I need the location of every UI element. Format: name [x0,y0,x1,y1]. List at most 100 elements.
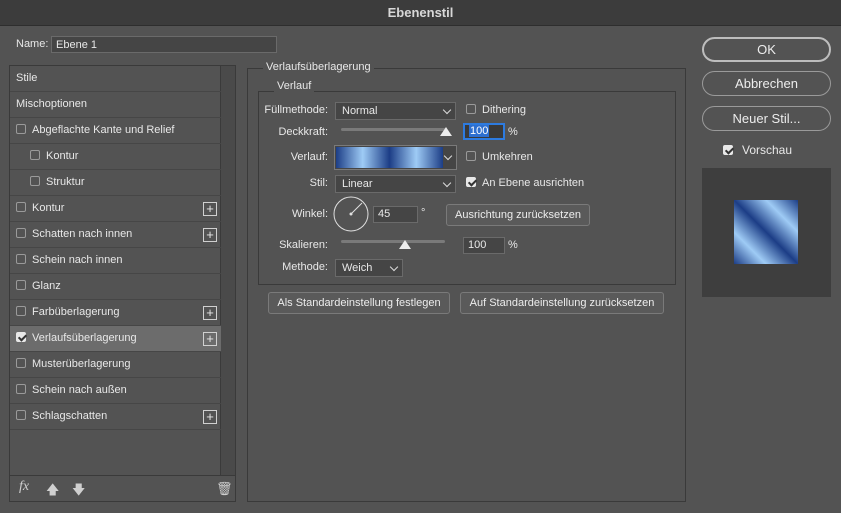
opacity-label: Deckkraft: [278,126,328,138]
scale-slider-thumb[interactable] [399,240,411,249]
reset-alignment-button[interactable]: Ausrichtung zurücksetzen [446,204,590,226]
opacity-input[interactable]: 100 [463,123,505,140]
opacity-slider-track[interactable] [341,128,447,131]
style-list-item-label: Schlagschatten [32,410,108,422]
style-list-item-label: Schein nach außen [32,384,127,396]
style-list-item-label: Struktur [46,176,85,188]
new-style-button[interactable]: Neuer Stil... [702,106,831,131]
style-list-item[interactable]: Abgeflachte Kante und Relief [10,118,221,144]
style-list-item-label: Schein nach innen [32,254,123,266]
name-label: Name: [16,38,49,50]
method-select[interactable]: Weich [335,259,403,277]
style-list-item[interactable]: Musterüberlagerung [10,352,221,378]
angle-label: Winkel: [291,208,328,220]
style-list: Stile Mischoptionen Abgeflachte Kante und … [9,65,236,502]
style-list-item[interactable]: Schein nach innen [10,248,221,274]
style-list-item[interactable]: Farbüberlagerung + [10,300,221,326]
name-input[interactable] [51,36,277,53]
method-value: Weich [342,262,373,274]
scale-label: Skalieren: [279,239,328,251]
style-list-item-label: Abgeflachte Kante und Relief [32,124,175,136]
style-list-item[interactable]: Glanz [10,274,221,300]
style-list-item-label: Mischoptionen [16,98,87,110]
style-list-item-label: Musterüberlagerung [32,358,131,370]
gradient-preview[interactable] [336,147,443,168]
checkbox-icon[interactable] [16,384,26,394]
add-icon[interactable]: + [203,306,217,320]
style-select[interactable]: Linear [335,175,456,193]
checkbox-icon[interactable] [16,280,26,290]
checkbox-icon[interactable] [16,228,26,238]
blend-mode-value: Normal [342,105,378,117]
arrow-down-icon[interactable]: 🡇 [72,481,85,503]
chevron-down-icon [442,178,452,188]
angle-unit: ° [421,207,426,219]
angle-value: 45 [378,208,391,220]
preview-thumbnail [702,168,831,297]
checkbox-icon[interactable] [16,306,26,316]
add-icon[interactable]: + [203,410,217,424]
checkbox-icon[interactable] [16,254,26,264]
blend-mode-label: Füllmethode: [264,104,328,116]
checkbox-icon[interactable] [16,358,26,368]
gradient-label: Verlauf: [290,151,328,163]
ok-button[interactable]: OK [702,37,831,62]
gradient-picker[interactable] [334,145,457,170]
chevron-down-icon[interactable] [443,151,453,161]
trash-icon[interactable]: 🗑 [216,481,233,497]
scale-slider-track[interactable] [341,240,445,243]
reset-default-button[interactable]: Auf Standardeinstellung zurücksetzen [460,292,664,314]
preview-checkbox[interactable]: Vorschau [723,143,792,157]
angle-dial[interactable] [333,196,369,232]
fx-icon[interactable]: fx [19,479,29,495]
style-label: Stil: [309,177,328,189]
arrow-up-icon[interactable]: 🡅 [46,481,59,503]
style-list-item-label: Stile [16,72,38,84]
style-list-item-label: Verlaufsüberlagerung [32,332,137,344]
style-list-item[interactable]: Mischoptionen [10,92,221,118]
style-list-footer: fx 🡅 🡇 🗑 [10,475,235,501]
opacity-value: 100 [469,125,490,137]
dithering-checkbox[interactable]: Dithering [466,104,526,116]
preview-swatch [734,200,798,264]
style-list-item[interactable]: Stile [10,66,221,92]
checkbox-icon[interactable] [16,410,26,420]
style-list-item-label: Kontur [32,202,65,214]
style-list-item[interactable]: Schein nach außen [10,378,221,404]
opacity-slider-thumb[interactable] [440,127,452,136]
checkbox-icon[interactable] [16,124,26,134]
checkbox-icon[interactable] [16,332,26,342]
method-label: Methode: [282,261,328,273]
reverse-checkbox[interactable]: Umkehren [466,151,533,163]
angle-dial-icon [333,196,369,232]
checkbox-icon[interactable] [16,202,26,212]
cancel-button[interactable]: Abbrechen [702,71,831,96]
chevron-down-icon [442,105,452,115]
style-list-item[interactable]: Kontur + [10,196,221,222]
align-with-layer-checkbox[interactable]: An Ebene ausrichten [466,177,584,189]
scale-value: 100 [468,239,487,251]
preview-label: Vorschau [742,143,793,157]
style-list-scrollbar[interactable] [220,66,235,476]
style-list-item-label: Kontur [46,150,79,162]
style-list-item-label: Farbüberlagerung [32,306,120,318]
add-icon[interactable]: + [203,202,217,216]
style-value: Linear [342,178,373,190]
style-list-item[interactable]: Kontur [10,144,221,170]
style-list-item[interactable]: Struktur [10,170,221,196]
set-default-button[interactable]: Als Standardeinstellung festlegen [268,292,450,314]
checkbox-icon [723,145,733,155]
style-list-item[interactable]: Schlagschatten + [10,404,221,430]
scale-input[interactable]: 100 [463,237,505,254]
add-icon[interactable]: + [203,228,217,242]
subgroup-title: Verlauf [274,80,315,92]
style-list-item-label: Glanz [32,280,61,292]
checkbox-icon[interactable] [30,176,40,186]
style-list-item[interactable]: Schatten nach innen + [10,222,221,248]
chevron-down-icon [389,262,399,272]
angle-input[interactable]: 45 [373,206,418,223]
blend-mode-select[interactable]: Normal [335,102,456,120]
style-list-item[interactable]: Verlaufsüberlagerung + [10,326,221,352]
add-icon[interactable]: + [203,332,217,346]
checkbox-icon[interactable] [30,150,40,160]
